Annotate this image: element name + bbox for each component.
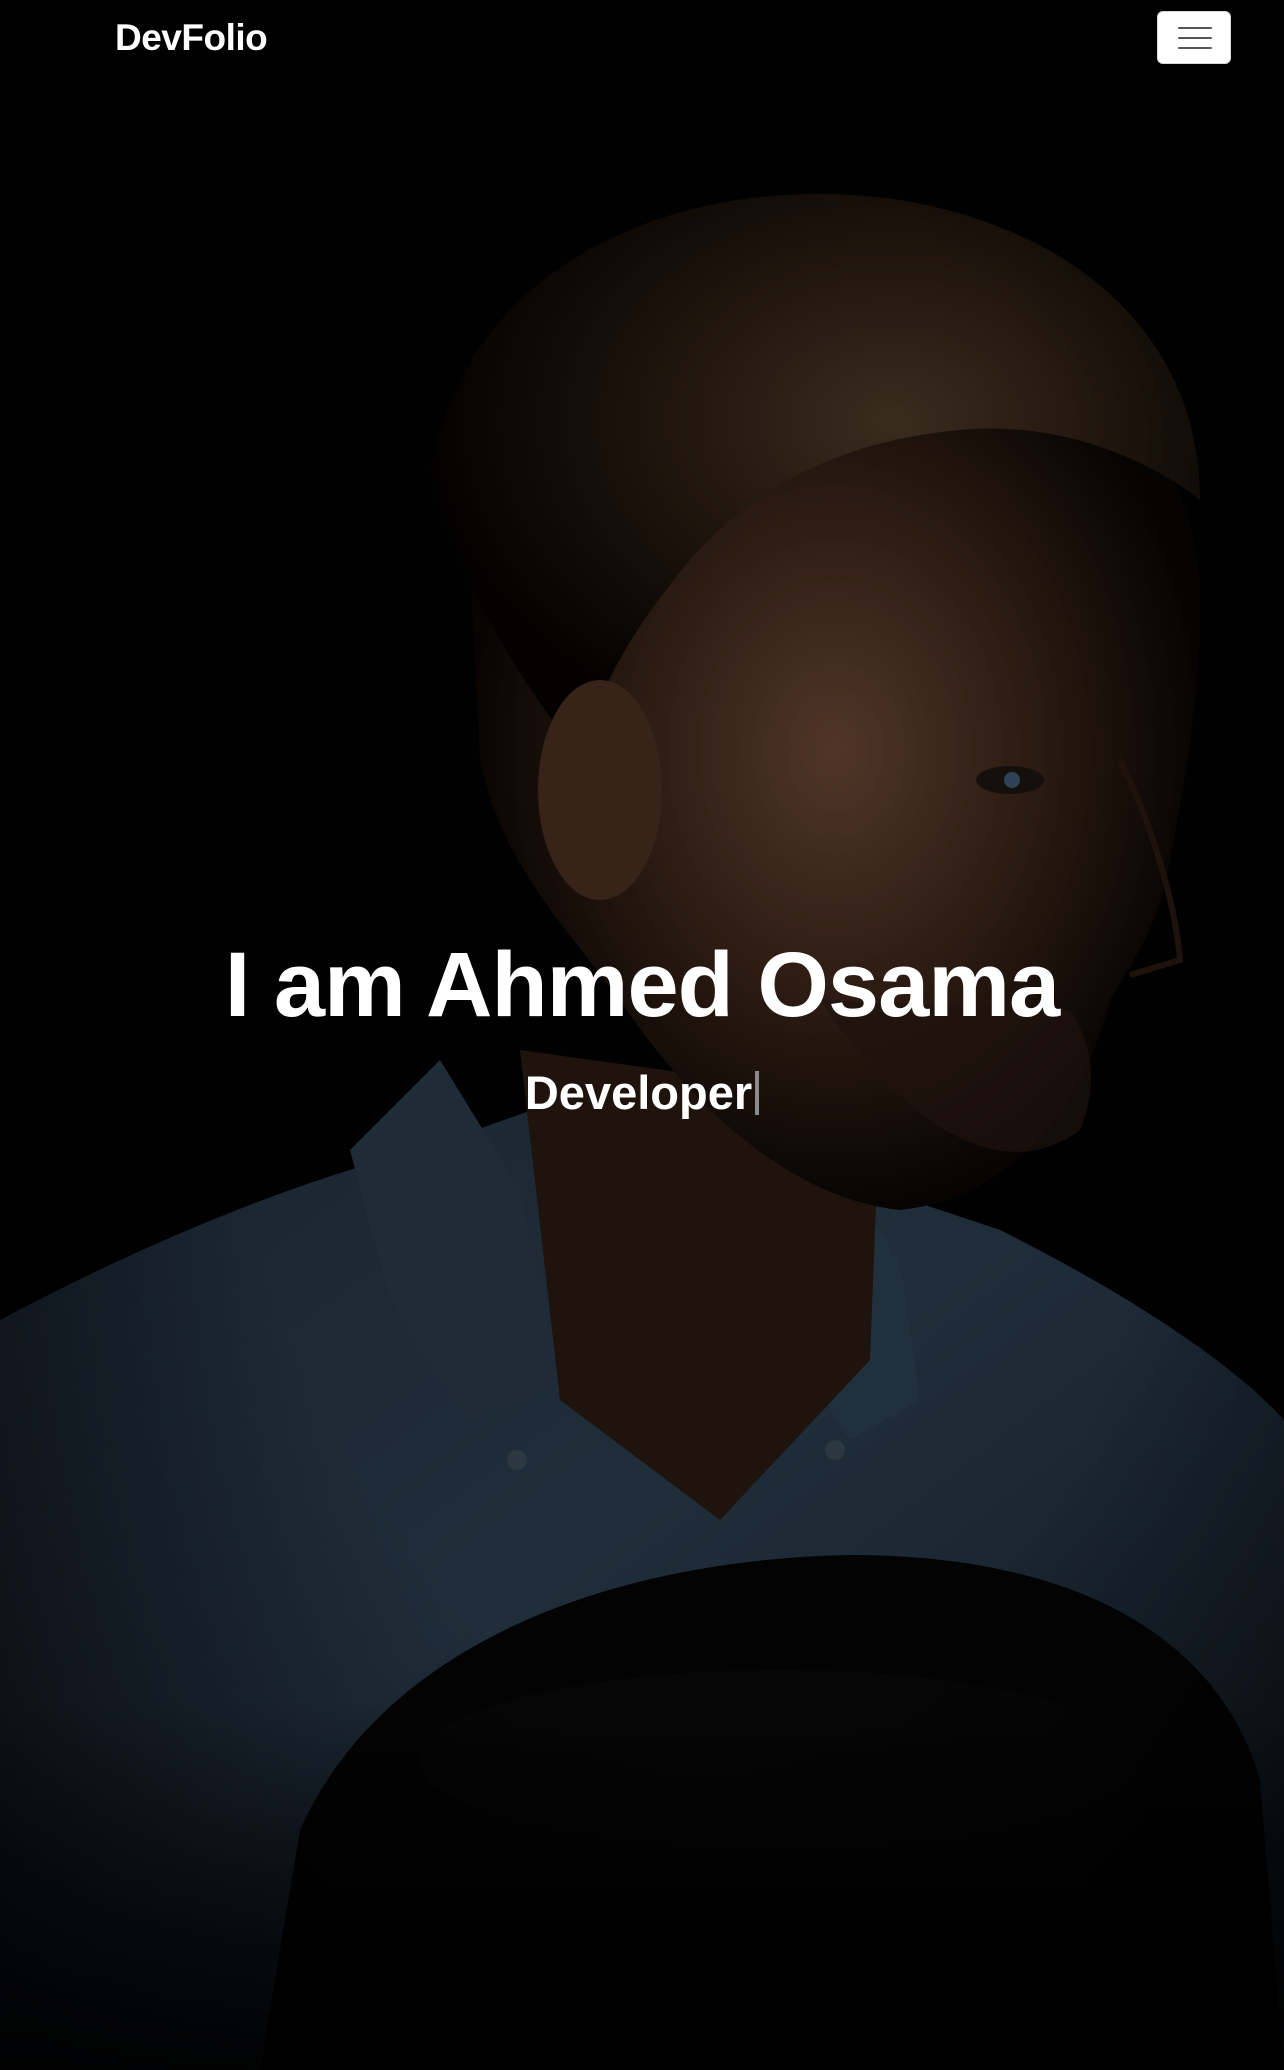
hero-content: I am Ahmed Osama Developer xyxy=(0,930,1284,1121)
hamburger-menu-icon-bar xyxy=(1178,37,1212,39)
brand-logo-link[interactable]: DevFolio xyxy=(115,16,268,60)
navbar: DevFolio xyxy=(0,0,1284,80)
hero-subtitle-wrapper: Developer xyxy=(0,1065,1284,1121)
hamburger-menu-icon xyxy=(1178,27,1212,29)
hamburger-menu-icon-bar xyxy=(1178,47,1212,49)
hero-subtitle: Developer xyxy=(524,1066,753,1119)
typing-cursor xyxy=(755,1071,760,1115)
hero-section: DevFolio I am Ahmed Osama Developer xyxy=(0,0,1284,2070)
navbar-toggle-button[interactable] xyxy=(1157,11,1231,64)
hero-title: I am Ahmed Osama xyxy=(224,934,1060,1036)
